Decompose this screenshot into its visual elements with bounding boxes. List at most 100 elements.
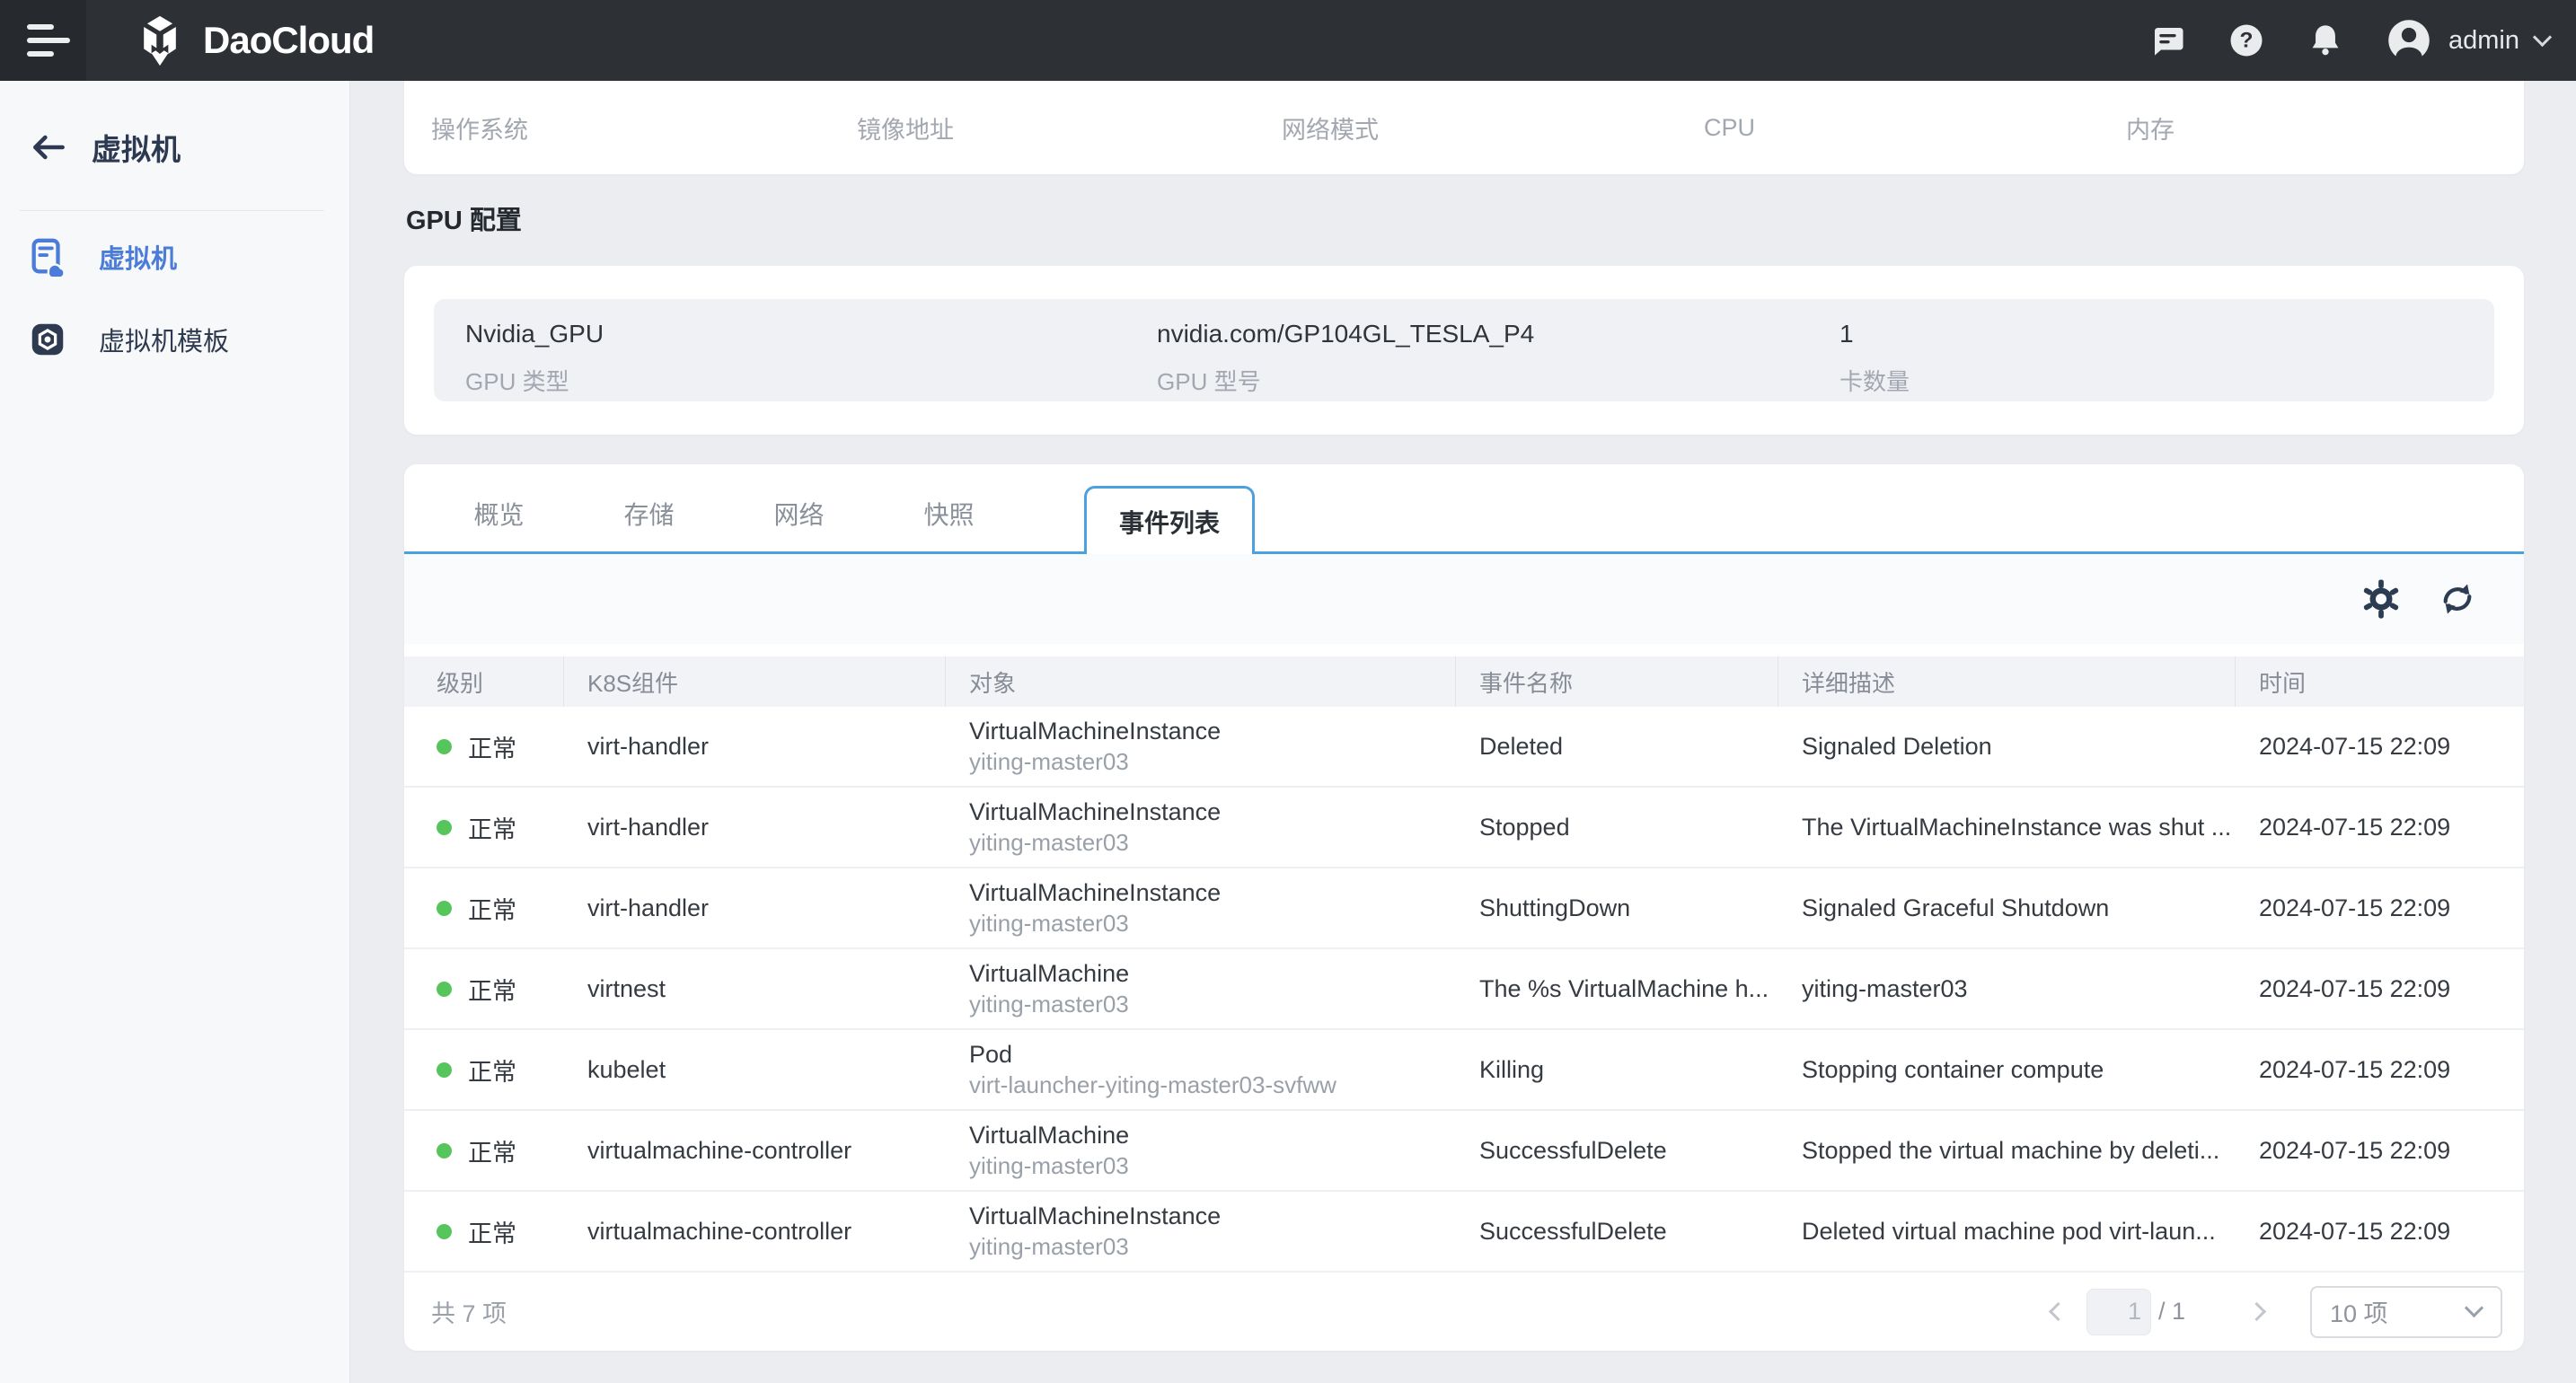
level-label: 正常 <box>468 972 516 1007</box>
detail-cell: Stopping container compute <box>1778 1056 2236 1084</box>
time-cell: 2024-07-15 22:09 <box>2236 1218 2524 1246</box>
page-number-input[interactable] <box>2086 1289 2151 1335</box>
gpu-count-field: 1 卡数量 <box>1839 320 2494 401</box>
object-kind: VirtualMachine <box>969 1120 1456 1150</box>
table-row: 正常 virt-handler VirtualMachineInstance y… <box>404 707 2524 788</box>
gpu-section-title: GPU 配置 <box>406 203 2524 239</box>
level-cell: 正常 <box>404 891 564 926</box>
page-size-select[interactable]: 10 项 <box>2310 1286 2502 1338</box>
gpu-type-value: Nvidia_GPU <box>465 320 1157 348</box>
table-toolbar <box>404 554 2524 644</box>
component-cell: virt-handler <box>564 814 946 841</box>
object-kind: VirtualMachineInstance <box>969 716 1456 746</box>
level-cell: 正常 <box>404 729 564 764</box>
event-name-cell: Deleted <box>1456 733 1778 761</box>
gpu-panel: Nvidia_GPU GPU 类型 nvidia.com/GP104GL_TES… <box>434 299 2494 401</box>
component-cell: virt-handler <box>564 894 946 922</box>
chevron-down-icon <box>2465 1299 2483 1317</box>
table-row: 正常 virtualmachine-controller VirtualMach… <box>404 1111 2524 1192</box>
column-header-object: 对象 <box>946 656 1456 707</box>
status-dot-icon <box>437 901 452 916</box>
top-navbar: DaoCloud ? <box>0 0 2576 81</box>
gpu-model-field: nvidia.com/GP104GL_TESLA_P4 GPU 型号 <box>1157 320 1839 401</box>
gpu-type-label: GPU 类型 <box>465 364 1157 397</box>
brand-title: DaoCloud <box>203 19 374 62</box>
prev-page-button[interactable] <box>2042 1296 2074 1327</box>
object-name: yiting-master03 <box>969 1231 1456 1262</box>
page-size-value: 10 项 <box>2330 1294 2388 1329</box>
main-content: 操作系统 镜像地址 网络模式 CPU 内存 GPU 配置 Nvidia_GPU … <box>350 81 2576 1383</box>
column-header-detail: 详细描述 <box>1778 656 2236 707</box>
menu-icon[interactable] <box>0 0 86 81</box>
level-label: 正常 <box>468 1214 516 1249</box>
pagination-bar: 共 7 项 / 1 10 项 <box>404 1273 2524 1351</box>
back-arrow-icon[interactable] <box>29 128 68 167</box>
level-cell: 正常 <box>404 810 564 845</box>
object-name: yiting-master03 <box>969 827 1456 858</box>
settings-gear-icon[interactable] <box>2360 578 2402 620</box>
sidebar-item-label: 虚拟机 <box>99 238 177 276</box>
event-name-cell: Stopped <box>1456 814 1778 841</box>
field-label-cpu: CPU <box>1704 114 2126 142</box>
level-cell: 正常 <box>404 1214 564 1249</box>
status-dot-icon <box>437 982 452 997</box>
component-cell: virtualmachine-controller <box>564 1218 946 1246</box>
status-dot-icon <box>437 739 452 754</box>
sidebar-item-vm[interactable]: 虚拟机 <box>0 220 349 294</box>
time-cell: 2024-07-15 22:09 <box>2236 733 2524 761</box>
field-label-network-mode: 网络模式 <box>1282 110 1704 145</box>
sidebar-title: 虚拟机 <box>92 126 181 169</box>
event-name-cell: SuccessfulDelete <box>1456 1137 1778 1165</box>
sidebar-item-vm-template[interactable]: 虚拟机模板 <box>0 303 349 376</box>
gpu-type-field: Nvidia_GPU GPU 类型 <box>465 320 1157 401</box>
status-dot-icon <box>437 1143 452 1158</box>
level-cell: 正常 <box>404 1053 564 1088</box>
tab-overview[interactable]: 概览 <box>447 496 551 551</box>
events-table-header: 级别 K8S组件 对象 事件名称 详细描述 时间 <box>404 656 2524 707</box>
message-icon[interactable] <box>2148 22 2186 59</box>
level-label: 正常 <box>468 891 516 926</box>
tab-event-list[interactable]: 事件列表 <box>1084 486 1255 554</box>
gpu-model-value: nvidia.com/GP104GL_TESLA_P4 <box>1157 320 1839 348</box>
component-cell: virt-handler <box>564 733 946 761</box>
detail-cell: The VirtualMachineInstance was shut ... <box>1778 814 2236 841</box>
level-label: 正常 <box>468 810 516 845</box>
page-total-label: / 1 <box>2158 1298 2185 1326</box>
detail-cell: Deleted virtual machine pod virt-laun... <box>1778 1218 2236 1246</box>
column-header-level: 级别 <box>404 656 564 707</box>
tab-storage[interactable]: 存储 <box>597 496 701 551</box>
bell-icon[interactable] <box>2307 22 2344 59</box>
gpu-count-label: 卡数量 <box>1839 364 2494 397</box>
level-label: 正常 <box>468 729 516 764</box>
help-icon[interactable]: ? <box>2228 22 2265 59</box>
table-gap <box>404 644 2524 656</box>
event-name-cell: The %s VirtualMachine h... <box>1456 975 1778 1003</box>
object-name: yiting-master03 <box>969 1150 1456 1181</box>
object-name: yiting-master03 <box>969 746 1456 777</box>
object-kind: VirtualMachine <box>969 958 1456 989</box>
detail-cell: Signaled Graceful Shutdown <box>1778 894 2236 922</box>
next-page-button[interactable] <box>2241 1296 2272 1327</box>
vm-list-icon <box>27 236 68 277</box>
event-name-cell: Killing <box>1456 1056 1778 1084</box>
object-cell: VirtualMachine yiting-master03 <box>946 958 1456 1019</box>
component-cell: kubelet <box>564 1056 946 1084</box>
component-cell: virtnest <box>564 975 946 1003</box>
object-cell: Pod virt-launcher-yiting-master03-svfww <box>946 1039 1456 1100</box>
events-table-body: 正常 virt-handler VirtualMachineInstance y… <box>404 707 2524 1273</box>
time-cell: 2024-07-15 22:09 <box>2236 1056 2524 1084</box>
tab-network[interactable]: 网络 <box>747 496 851 551</box>
detail-cell: yiting-master03 <box>1778 975 2236 1003</box>
tab-snapshot[interactable]: 快照 <box>897 496 1001 551</box>
user-menu[interactable]: admin <box>2386 17 2549 64</box>
table-row: 正常 virtnest VirtualMachine yiting-master… <box>404 949 2524 1030</box>
daocloud-logo-icon[interactable] <box>133 13 187 67</box>
time-cell: 2024-07-15 22:09 <box>2236 975 2524 1003</box>
refresh-icon[interactable] <box>2438 579 2477 619</box>
object-cell: VirtualMachineInstance yiting-master03 <box>946 797 1456 858</box>
event-name-cell: SuccessfulDelete <box>1456 1218 1778 1246</box>
table-row: 正常 virt-handler VirtualMachineInstance y… <box>404 868 2524 949</box>
detail-tabs: 概览 存储 网络 快照 事件列表 <box>404 464 2524 554</box>
level-cell: 正常 <box>404 1133 564 1168</box>
object-kind: VirtualMachineInstance <box>969 1201 1456 1231</box>
